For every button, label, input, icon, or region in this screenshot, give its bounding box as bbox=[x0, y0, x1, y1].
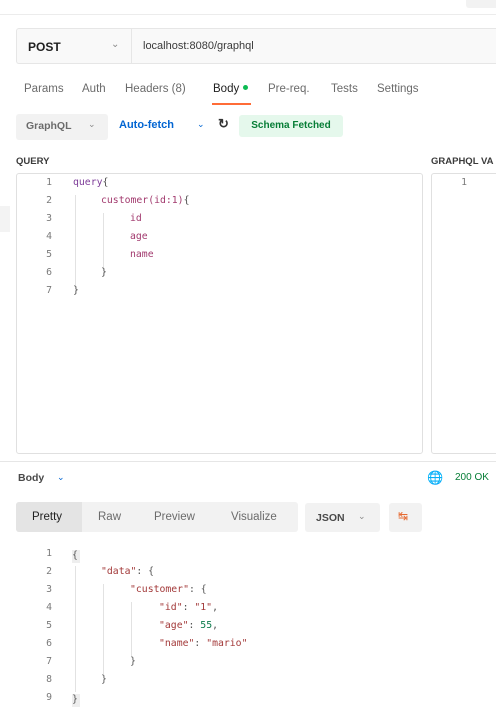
code-args: (id:1) bbox=[148, 195, 184, 206]
tab-pre-request[interactable]: Pre-req. bbox=[268, 83, 310, 95]
body-mode-label: GraphQL bbox=[26, 120, 72, 132]
top-bar bbox=[0, 0, 496, 15]
code-line: } bbox=[73, 285, 79, 296]
query-section-label: QUERY bbox=[16, 156, 50, 167]
top-bar-button[interactable] bbox=[466, 0, 496, 8]
line-number: 4 bbox=[46, 231, 52, 242]
chevron-down-icon: ⌄ bbox=[88, 119, 96, 129]
chevron-down-icon[interactable]: ⌄ bbox=[197, 119, 205, 130]
tab-auth[interactable]: Auth bbox=[82, 83, 106, 95]
query-editor[interactable] bbox=[16, 173, 423, 454]
json-line: } bbox=[130, 656, 136, 667]
indent-guide bbox=[75, 195, 76, 285]
schema-status-badge: Schema Fetched bbox=[239, 115, 343, 137]
line-number: 6 bbox=[46, 267, 52, 278]
variables-section-label: GRAPHQL VA bbox=[431, 156, 494, 167]
url-input[interactable]: localhost:8080/graphql bbox=[143, 40, 254, 52]
url-separator bbox=[131, 28, 132, 64]
json-line: "name": "mario" bbox=[159, 638, 248, 649]
wrap-lines-icon: ↹ bbox=[398, 509, 409, 523]
line-number: 7 bbox=[46, 285, 52, 296]
line-number: 1 bbox=[46, 548, 52, 559]
line-number: 5 bbox=[46, 620, 52, 631]
tab-settings[interactable]: Settings bbox=[377, 83, 419, 95]
tab-body-label: Body bbox=[213, 83, 240, 95]
code-line: id bbox=[130, 213, 142, 224]
view-tab-raw[interactable]: Raw bbox=[98, 511, 121, 523]
indent-guide bbox=[103, 584, 104, 674]
line-number: 5 bbox=[46, 249, 52, 260]
line-number: 9 bbox=[46, 692, 52, 703]
active-tab-indicator bbox=[212, 103, 251, 105]
pane-divider[interactable] bbox=[0, 461, 496, 462]
line-number: 3 bbox=[46, 584, 52, 595]
json-bracket-match: { bbox=[72, 550, 80, 563]
line-number: 4 bbox=[46, 602, 52, 613]
line-number: 2 bbox=[46, 195, 52, 206]
json-bracket-match: } bbox=[72, 694, 80, 707]
line-number: 6 bbox=[46, 638, 52, 649]
response-status[interactable]: 200 OK bbox=[455, 472, 489, 483]
line-number: 7 bbox=[46, 656, 52, 667]
json-value: 55 bbox=[200, 620, 213, 631]
query-keyword: query bbox=[73, 177, 103, 188]
indent-guide bbox=[75, 566, 76, 692]
code-line: age bbox=[130, 231, 148, 242]
json-line: "data": { bbox=[101, 566, 155, 577]
tab-headers[interactable]: Headers (8) bbox=[125, 83, 186, 95]
response-body-label[interactable]: Body bbox=[18, 472, 44, 484]
sidebar-splitter-handle[interactable] bbox=[0, 206, 10, 232]
http-method-select[interactable]: POST bbox=[28, 40, 61, 54]
code-line: name bbox=[130, 249, 154, 260]
line-number: 1 bbox=[46, 177, 52, 188]
code-line: query{ bbox=[73, 177, 108, 188]
code-line: customer(id:1){ bbox=[101, 195, 189, 206]
json-key: "data" bbox=[101, 566, 137, 577]
indent-guide bbox=[131, 602, 132, 656]
globe-icon[interactable]: 🌐 bbox=[427, 470, 443, 486]
view-tab-pretty[interactable]: Pretty bbox=[32, 511, 62, 523]
view-tab-preview[interactable]: Preview bbox=[154, 511, 195, 523]
code-bracket: { bbox=[102, 177, 109, 188]
json-key: "age" bbox=[159, 620, 189, 631]
json-line: } bbox=[72, 692, 80, 707]
variables-editor[interactable] bbox=[431, 173, 496, 454]
tab-body[interactable]: Body bbox=[213, 83, 249, 95]
code-field: customer bbox=[101, 195, 149, 206]
modified-dot-icon bbox=[243, 85, 249, 90]
line-number: 8 bbox=[46, 674, 52, 685]
tab-tests[interactable]: Tests bbox=[331, 83, 358, 95]
refresh-icon[interactable]: ↻ bbox=[218, 116, 229, 132]
code-bracket: { bbox=[183, 195, 190, 206]
code-line: } bbox=[101, 267, 107, 278]
json-value: "1" bbox=[194, 602, 213, 613]
tab-params[interactable]: Params bbox=[24, 83, 64, 95]
json-line: "age": 55, bbox=[159, 620, 218, 631]
chevron-down-icon: ⌄ bbox=[358, 511, 366, 521]
json-line: "id": "1", bbox=[159, 602, 218, 613]
json-value: "mario" bbox=[206, 638, 248, 649]
indent-guide bbox=[103, 213, 104, 267]
chevron-down-icon[interactable]: ⌄ bbox=[57, 472, 65, 483]
json-line: "customer": { bbox=[130, 584, 207, 595]
view-tab-visualize[interactable]: Visualize bbox=[231, 511, 277, 523]
line-number: 2 bbox=[46, 566, 52, 577]
json-line: { bbox=[72, 548, 80, 563]
line-number: 1 bbox=[461, 177, 467, 188]
request-url-bar bbox=[16, 28, 496, 64]
json-key: "customer" bbox=[130, 584, 189, 595]
json-line: } bbox=[101, 674, 107, 685]
line-number: 3 bbox=[46, 213, 52, 224]
json-key: "name" bbox=[159, 638, 195, 649]
chevron-down-icon[interactable]: ⌄ bbox=[111, 39, 119, 50]
response-format-label: JSON bbox=[316, 512, 345, 524]
json-key: "id" bbox=[159, 602, 183, 613]
auto-fetch-button[interactable]: Auto-fetch bbox=[119, 119, 174, 131]
